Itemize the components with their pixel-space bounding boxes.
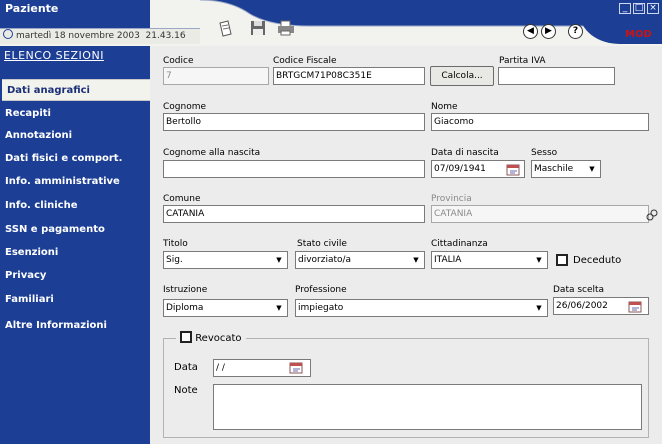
link-icon[interactable]	[646, 209, 658, 221]
revocato-note-label: Note	[174, 385, 198, 396]
help-button[interactable]: ?	[568, 24, 583, 39]
provincia-field[interactable]: CATANIA	[431, 205, 649, 223]
professione-select[interactable]: impiegato ▼	[295, 299, 548, 317]
titolo-label: Titolo	[163, 239, 188, 249]
revocato-label: Revocato	[195, 333, 242, 344]
calendar-icon[interactable]	[628, 300, 643, 313]
minimize-button[interactable]: _	[619, 3, 631, 14]
cognome-nascita-field[interactable]	[163, 160, 425, 178]
sidebar-item-recapiti[interactable]: Recapiti	[0, 103, 146, 125]
calendar-icon[interactable]	[289, 361, 304, 374]
partita-iva-label: Partita IVA	[499, 56, 546, 66]
sesso-value: Maschile	[534, 164, 574, 174]
sidebar-item-dati-anagrafici[interactable]: Dati anagrafici	[2, 79, 150, 101]
sidebar-heading: ELENCO SEZIONI	[4, 49, 104, 62]
save-icon	[251, 21, 265, 35]
stato-civile-label: Stato civile	[297, 239, 347, 249]
stato-civile-select[interactable]: divorziato/a ▼	[295, 251, 425, 269]
data-nascita-value: 07/09/1941	[434, 164, 486, 174]
help-icon: ?	[572, 26, 579, 36]
cognome-field[interactable]: Bertollo	[163, 113, 425, 131]
mode-indicator: MOD	[625, 29, 652, 40]
comune-label: Comune	[163, 194, 201, 204]
professione-label: Professione	[295, 285, 347, 295]
print-button[interactable]	[276, 20, 296, 41]
revocato-data-label: Data	[174, 362, 198, 373]
sidebar-item-annotazioni[interactable]: Annotazioni	[0, 125, 146, 147]
chevron-down-icon: ▼	[413, 256, 419, 264]
maximize-button[interactable]: □	[633, 3, 645, 14]
comune-field[interactable]: CATANIA	[163, 205, 425, 223]
paste-icon	[219, 20, 232, 37]
sidebar-item-altre-informazioni[interactable]: Altre Informazioni	[0, 315, 146, 337]
chevron-down-icon: ▼	[276, 256, 282, 264]
chevron-down-icon: ▼	[536, 256, 542, 264]
deceduto-label: Deceduto	[573, 255, 622, 266]
chevron-down-icon: ▼	[276, 304, 282, 312]
calcola-button[interactable]: Calcola...	[430, 66, 494, 86]
codice-fiscale-label: Codice Fiscale	[273, 56, 337, 66]
sidebar-item-familiari[interactable]: Familiari	[0, 289, 146, 311]
window-title: Paziente	[5, 2, 59, 15]
back-icon: ◀	[527, 26, 534, 36]
sidebar-item-dati-fisici[interactable]: Dati fisici e comport.	[0, 148, 146, 170]
revocato-data-value: / /	[216, 363, 225, 373]
data-scelta-value: 26/06/2002	[556, 301, 608, 311]
forward-icon: ▶	[545, 26, 552, 36]
sidebar-item-esenzioni[interactable]: Esenzioni	[0, 242, 146, 264]
sesso-label: Sesso	[531, 148, 558, 158]
forward-button[interactable]: ▶	[541, 24, 556, 39]
chevron-down-icon: ▼	[589, 165, 595, 173]
print-icon	[278, 20, 294, 36]
clock-icon	[3, 29, 13, 39]
codice-field[interactable]: 7	[163, 67, 269, 85]
save-button[interactable]	[250, 20, 266, 41]
provincia-label: Provincia	[431, 194, 472, 204]
codice-label: Codice	[163, 56, 194, 66]
cittadinanza-select[interactable]: ITALIA ▼	[431, 251, 548, 269]
close-button[interactable]: ×	[647, 3, 659, 14]
sidebar-item-privacy[interactable]: Privacy	[0, 265, 146, 287]
titolo-value: Sig.	[166, 255, 183, 265]
sidebar-item-info-amministrative[interactable]: Info. amministrative	[0, 171, 146, 193]
codice-fiscale-field[interactable]: BRTGCM71P08C351E	[273, 67, 425, 85]
revocato-note-field[interactable]	[213, 384, 642, 430]
sidebar: ELENCO SEZIONI Dati anagrafici Recapiti …	[0, 46, 150, 444]
sidebar-item-ssn-pagamento[interactable]: SSN e pagamento	[0, 219, 146, 241]
deceduto-checkbox[interactable]	[556, 254, 568, 266]
cognome-nascita-label: Cognome alla nascita	[163, 148, 261, 158]
sidebar-item-info-cliniche[interactable]: Info. cliniche	[0, 195, 146, 217]
minimize-icon: _	[622, 3, 628, 13]
chevron-down-icon: ▼	[536, 304, 542, 312]
calendar-icon[interactable]	[506, 163, 521, 176]
maximize-icon: □	[634, 3, 644, 13]
back-button[interactable]: ◀	[523, 24, 538, 39]
paste-button[interactable]	[216, 20, 234, 43]
datetime-bar: martedì 18 novembre 2003 21.43.16	[0, 28, 200, 44]
titolo-select[interactable]: Sig. ▼	[163, 251, 288, 269]
nome-field[interactable]: Giacomo	[431, 113, 649, 131]
stato-civile-value: divorziato/a	[298, 255, 352, 265]
partita-iva-field[interactable]	[498, 67, 615, 85]
data-scelta-label: Data scelta	[553, 285, 605, 295]
revocato-caption: Revocato	[176, 331, 246, 344]
cognome-label: Cognome	[163, 102, 207, 112]
date-text: martedì 18 novembre 2003	[16, 31, 140, 41]
professione-value: impiegato	[298, 303, 344, 313]
time-text: 21.43.16	[145, 31, 186, 41]
app-header: Paziente martedì 18 novembre 2003 21.43.…	[0, 0, 662, 46]
close-icon: ×	[649, 3, 657, 13]
cittadinanza-value: ITALIA	[434, 255, 462, 265]
revocato-checkbox[interactable]	[180, 331, 192, 343]
data-nascita-label: Data di nascita	[431, 148, 499, 158]
istruzione-value: Diploma	[166, 303, 204, 313]
istruzione-label: Istruzione	[163, 285, 208, 295]
cittadinanza-label: Cittadinanza	[431, 239, 488, 249]
form-panel: Codice 7 Codice Fiscale BRTGCM71P08C351E…	[150, 46, 662, 444]
nome-label: Nome	[431, 102, 458, 112]
sesso-select[interactable]: Maschile ▼	[531, 160, 601, 178]
istruzione-select[interactable]: Diploma ▼	[163, 299, 288, 317]
